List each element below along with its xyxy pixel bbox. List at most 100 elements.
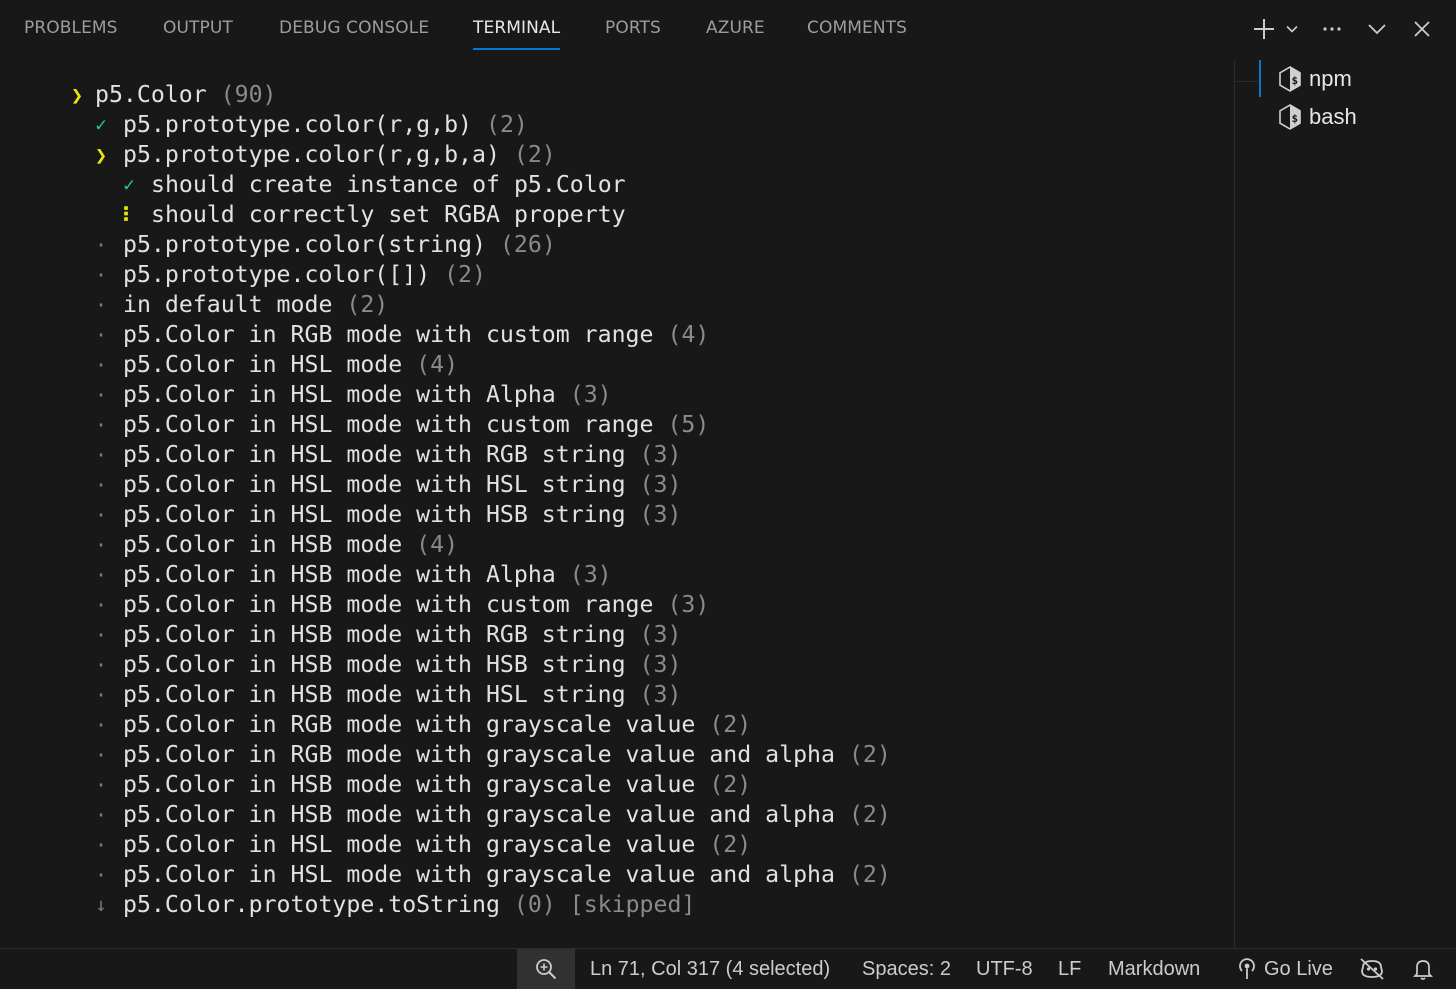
pending-icon: · xyxy=(94,503,108,527)
test-name: p5.prototype.color(string) xyxy=(123,231,486,258)
notifications-button[interactable] xyxy=(1412,949,1434,989)
pending-icon: · xyxy=(94,623,108,647)
close-panel-button[interactable] xyxy=(1408,14,1436,44)
pending-icon: · xyxy=(94,713,108,737)
test-name: p5.prototype.color(r,g,b,a) xyxy=(123,141,500,168)
test-name: p5.Color in HSL mode with RGB string xyxy=(123,441,626,468)
test-name: p5.Color in RGB mode with grayscale valu… xyxy=(123,711,696,738)
test-name: p5.Color in HSB mode with HSB string xyxy=(123,651,626,678)
pending-icon: · xyxy=(94,653,108,677)
pass-icon: ✓ xyxy=(95,114,107,136)
terminal-line-text: p5.Color (90) xyxy=(95,80,277,110)
svg-text:$: $ xyxy=(1292,74,1299,87)
terminal-line: · p5.Color in RGB mode with grayscale val… xyxy=(0,740,1234,770)
maximize-panel-button[interactable] xyxy=(1363,14,1391,44)
terminal-line-text: p5.Color in HSB mode with RGB string (3) xyxy=(123,620,681,650)
test-name: p5.Color in HSB mode xyxy=(123,531,403,558)
cursor-position[interactable]: Ln 71, Col 317 (4 selected) xyxy=(590,949,830,989)
test-name: p5.Color in HSL mode with HSL string xyxy=(123,471,626,498)
copilot-status-button[interactable] xyxy=(1359,949,1385,989)
pending-icon: · xyxy=(94,233,108,257)
terminal-shell-icon: $ xyxy=(1279,66,1301,92)
test-count: (90) xyxy=(220,81,277,108)
terminal-line: · in default mode (2) xyxy=(0,290,1234,320)
terminal-line-text: p5.Color in HSL mode with HSB string (3) xyxy=(123,500,681,530)
terminal-line-text: p5.Color in HSL mode (4) xyxy=(123,350,458,380)
terminal-line: · p5.Color in HSB mode with RGB string (3… xyxy=(0,620,1234,650)
test-count: (3) xyxy=(667,591,710,618)
launch-profile-button[interactable] xyxy=(1280,14,1304,44)
end-of-line[interactable]: LF xyxy=(1058,949,1081,989)
skipped-label: [skipped] xyxy=(569,891,696,918)
test-name: p5.Color in RGB mode with custom range xyxy=(123,321,654,348)
test-count: (3) xyxy=(569,381,612,408)
terminal-line: · p5.Color in HSB mode with HSL string (3… xyxy=(0,680,1234,710)
terminal-line: · p5.Color in HSL mode with HSB string (3… xyxy=(0,500,1234,530)
language-mode[interactable]: Markdown xyxy=(1108,949,1200,989)
test-name: p5.Color in HSB mode with grayscale valu… xyxy=(123,801,835,828)
test-name: p5.Color in HSL mode with Alpha xyxy=(123,381,556,408)
tab-output[interactable]: OUTPUT xyxy=(163,18,233,38)
terminal-line-text: p5.Color in RGB mode with grayscale valu… xyxy=(123,710,751,740)
terminal-line: · p5.Color in HSL mode with HSL string (3… xyxy=(0,470,1234,500)
pending-icon: · xyxy=(94,773,108,797)
tab-azure[interactable]: AZURE xyxy=(706,18,765,38)
tab-ports[interactable]: PORTS xyxy=(605,18,661,38)
test-count: (5) xyxy=(667,411,710,438)
test-count: (3) xyxy=(639,441,682,468)
terminal-item-bash[interactable]: $ bash xyxy=(1277,100,1357,134)
test-count: (2) xyxy=(709,771,752,798)
terminal-line: · p5.prototype.color(string) (26) xyxy=(0,230,1234,260)
terminal-line: ❯ p5.prototype.color(r,g,b,a) (2) xyxy=(0,140,1234,170)
pending-icon: · xyxy=(94,473,108,497)
terminal-line-text: p5.Color in HSL mode with Alpha (3) xyxy=(123,380,612,410)
pending-icon: · xyxy=(94,293,108,317)
test-name: p5.Color in HSB mode with custom range xyxy=(123,591,654,618)
test-count: (2) xyxy=(513,141,556,168)
test-count: (3) xyxy=(639,501,682,528)
terminal-line-text: p5.Color in HSL mode with HSL string (3) xyxy=(123,470,681,500)
terminal-line: · p5.Color in HSB mode with grayscale val… xyxy=(0,800,1234,830)
encoding[interactable]: UTF-8 xyxy=(976,949,1033,989)
test-name: p5.Color in HSL mode with HSB string xyxy=(123,501,626,528)
test-count: (3) xyxy=(639,651,682,678)
pending-icon: · xyxy=(94,413,108,437)
pass-icon: ✓ xyxy=(123,174,135,196)
new-terminal-button[interactable] xyxy=(1250,14,1278,44)
suite-chevron-icon: ❯ xyxy=(70,83,84,107)
test-count: (26) xyxy=(499,231,556,258)
pending-icon: · xyxy=(94,863,108,887)
pending-icon: · xyxy=(94,383,108,407)
terminal-line-text: p5.Color in HSB mode with Alpha (3) xyxy=(123,560,612,590)
terminal-line-text: p5.Color in RGB mode with custom range (… xyxy=(123,320,709,350)
go-live-label: Go Live xyxy=(1264,957,1333,980)
terminal-line: · p5.Color in HSB mode with grayscale val… xyxy=(0,770,1234,800)
indentation[interactable]: Spaces: 2 xyxy=(862,949,951,989)
test-count: (4) xyxy=(416,531,459,558)
go-live-button[interactable]: Go Live xyxy=(1236,949,1333,989)
running-icon: ⠇ xyxy=(121,203,137,227)
tab-terminal[interactable]: TERMINAL xyxy=(473,18,561,50)
tab-debug-console[interactable]: DEBUG CONSOLE xyxy=(279,18,429,38)
status-left-fragment: ) xyxy=(0,949,1,989)
test-count: (2) xyxy=(485,111,528,138)
terminal-line: ❯ p5.Color (90) xyxy=(0,80,1234,110)
terminal-item-npm[interactable]: $ npm xyxy=(1277,62,1352,96)
ellipsis-icon xyxy=(1323,27,1341,31)
terminal-line-text: p5.Color in HSL mode with RGB string (3) xyxy=(123,440,681,470)
terminal-output[interactable]: ❯ p5.Color (90) ✓ p5.prototype.color(r,g,b)… xyxy=(0,60,1234,948)
terminal-line-text: should create instance of p5.Color xyxy=(151,170,626,200)
zoom-button[interactable] xyxy=(517,949,575,989)
tab-problems[interactable]: PROBLEMS xyxy=(24,18,118,38)
terminal-line: · p5.Color in HSL mode with custom range … xyxy=(0,410,1234,440)
test-count: (2) xyxy=(848,741,891,768)
terminal-line-text: p5.prototype.color(r,g,b) (2) xyxy=(123,110,528,140)
test-count: (2) xyxy=(346,291,389,318)
terminal-line: · p5.Color in HSL mode with RGB string (3… xyxy=(0,440,1234,470)
pending-icon: · xyxy=(94,563,108,587)
terminal-line-text: should correctly set RGBA property xyxy=(151,200,626,230)
more-actions-button[interactable] xyxy=(1318,14,1346,44)
test-name: p5.Color xyxy=(95,81,207,108)
tab-comments[interactable]: COMMENTS xyxy=(807,18,907,38)
terminal-line-text: p5.Color in HSL mode with grayscale valu… xyxy=(123,860,891,890)
